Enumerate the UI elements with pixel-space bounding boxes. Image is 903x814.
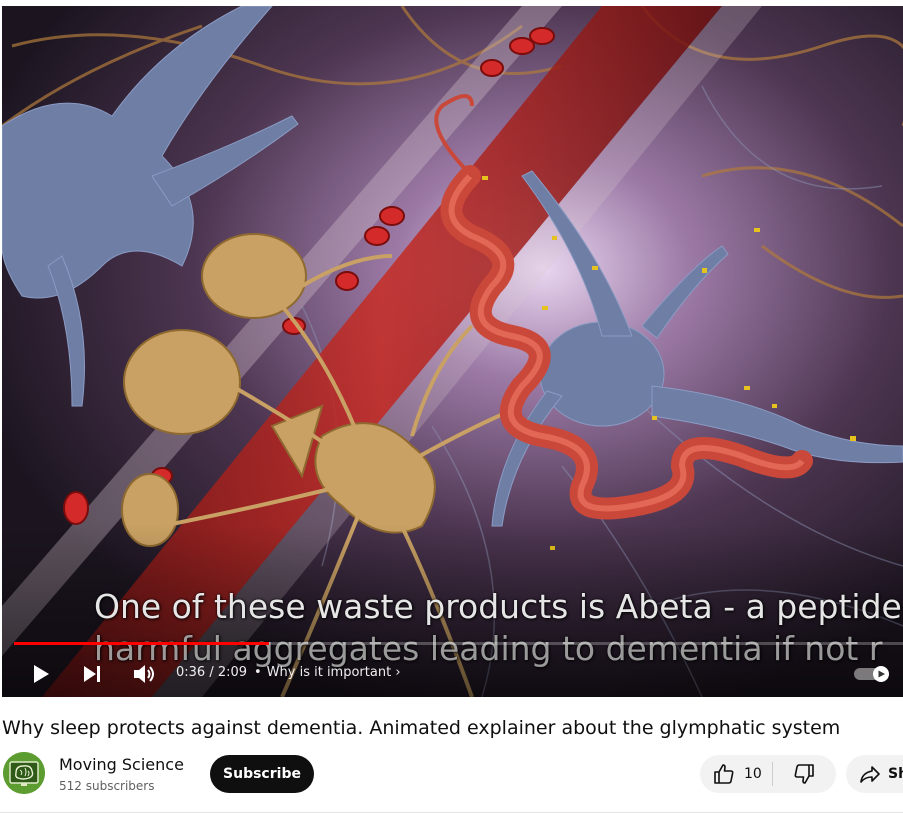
progress-bar[interactable]	[14, 642, 903, 645]
time-display: 0:36 / 2:09	[176, 665, 248, 680]
brain-icon	[3, 752, 45, 794]
video-player[interactable]: One of these waste products is Abeta - a…	[2, 6, 903, 697]
thumbs-up-icon	[714, 764, 734, 784]
play-button[interactable]	[24, 658, 56, 690]
autoplay-toggle[interactable]	[854, 666, 894, 682]
channel-avatar[interactable]	[3, 752, 45, 794]
video-title: Why sleep protects against dementia. Ani…	[2, 717, 841, 739]
subscribe-button[interactable]: Subscribe	[210, 755, 314, 793]
player-controls: 0:36 / 2:09 • Why is it important ›	[2, 656, 903, 692]
chevron-right-icon: ›	[395, 665, 401, 680]
subscriber-count: 512 subscribers	[59, 779, 155, 793]
next-icon	[84, 666, 100, 682]
progress-bar-played	[14, 642, 270, 645]
volume-button[interactable]	[128, 658, 160, 690]
like-dislike-group: 10	[700, 755, 836, 793]
chapter-button[interactable]: • Why is it important ›	[254, 665, 401, 680]
like-count: 10	[744, 766, 762, 782]
volume-icon	[134, 665, 154, 683]
chapter-title: Why is it important	[266, 665, 392, 680]
share-label: Sh	[888, 766, 903, 782]
autoplay-toggle-icon	[854, 666, 889, 682]
thumbs-down-icon	[794, 764, 814, 784]
divider	[0, 812, 903, 813]
next-video-button[interactable]	[76, 658, 108, 690]
dislike-button[interactable]	[773, 755, 835, 793]
share-button[interactable]: Sh	[846, 755, 903, 793]
like-button[interactable]: 10	[700, 755, 772, 793]
subtitle-line-1: One of these waste products is Abeta - a…	[94, 587, 902, 626]
share-icon	[860, 766, 880, 783]
chapter-separator: •	[254, 665, 262, 680]
channel-name[interactable]: Moving Science	[59, 755, 184, 775]
play-icon	[34, 665, 49, 683]
